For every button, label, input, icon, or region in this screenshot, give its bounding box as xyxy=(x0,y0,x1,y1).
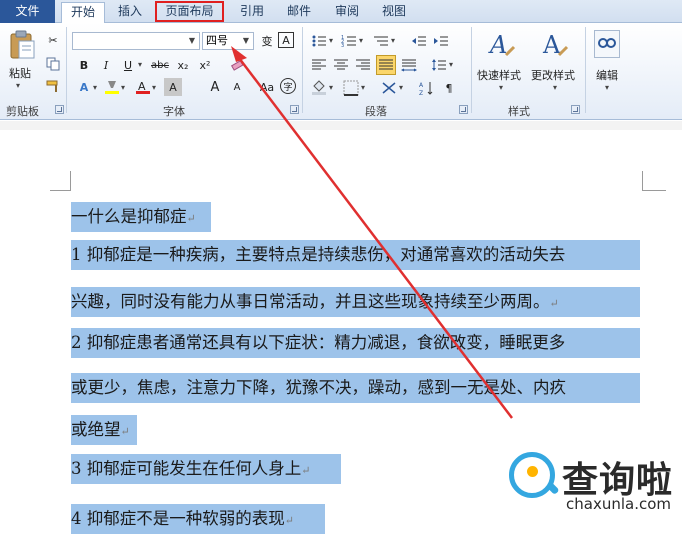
watermark-url: chaxunla.com xyxy=(566,495,671,513)
watermark-dot xyxy=(527,466,538,477)
